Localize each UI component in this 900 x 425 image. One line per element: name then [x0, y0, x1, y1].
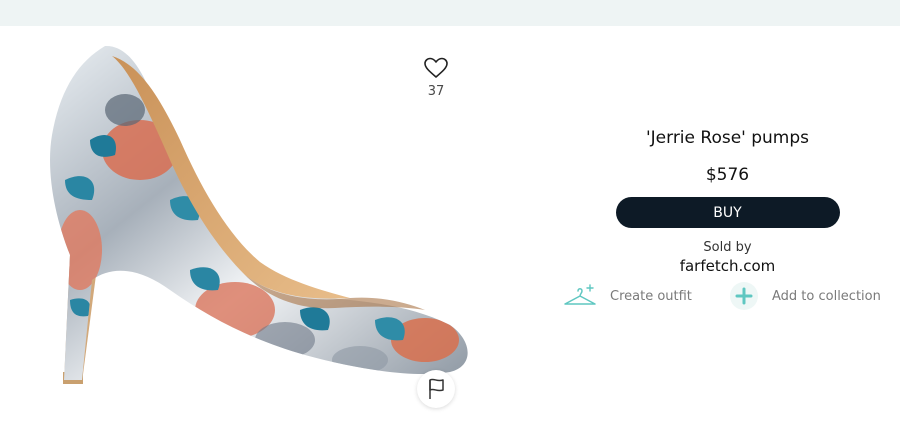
- seller-name[interactable]: farfetch.com: [560, 257, 895, 275]
- product-title: 'Jerrie Rose' pumps: [645, 128, 810, 148]
- product-image: [50, 45, 468, 384]
- hanger-icon: [564, 284, 596, 305]
- sold-by-label: Sold by: [703, 240, 752, 255]
- plus-icon-circle: [730, 282, 758, 310]
- heart-icon[interactable]: [423, 56, 449, 80]
- add-to-collection-label: Add to collection: [772, 288, 881, 304]
- product-price: $576: [705, 165, 750, 185]
- create-outfit-button[interactable]: Create outfit: [562, 281, 692, 311]
- favorite-count: 37: [427, 84, 445, 99]
- create-outfit-label: Create outfit: [610, 288, 692, 304]
- favorite-control[interactable]: 37: [415, 56, 457, 99]
- product-actions: Create outfit Add to collection: [562, 281, 892, 313]
- add-to-collection-button[interactable]: Add to collection: [730, 281, 881, 311]
- report-button[interactable]: [417, 370, 455, 408]
- product-info: 'Jerrie Rose' pumps $576 BUY Sold by far…: [560, 128, 895, 275]
- top-bar: [0, 0, 900, 26]
- plus-icon: [735, 287, 753, 305]
- buy-button[interactable]: BUY: [615, 197, 840, 228]
- flag-icon: [429, 378, 444, 399]
